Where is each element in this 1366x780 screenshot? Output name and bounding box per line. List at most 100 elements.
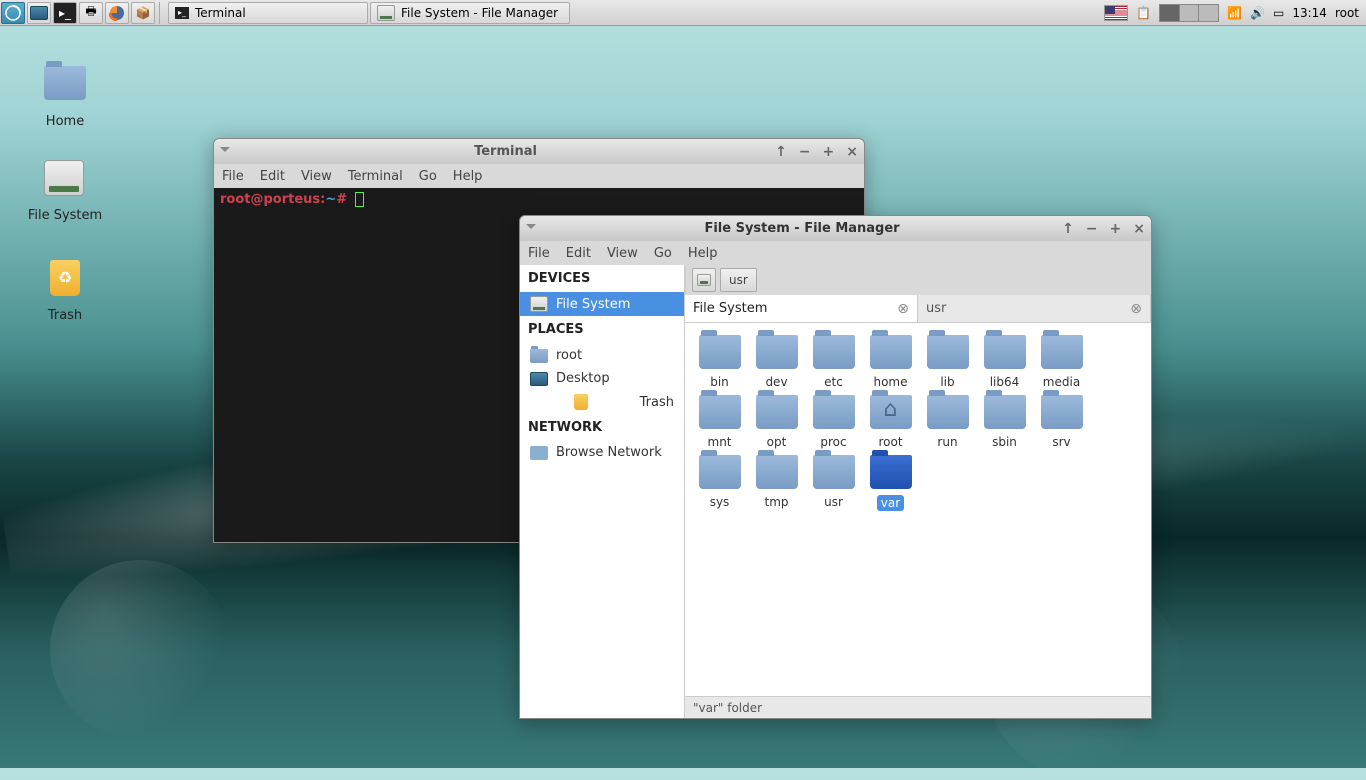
filemanager-main: usr File System ⊗ usr ⊗ bindevetchomelib… bbox=[685, 265, 1151, 718]
folder-item-var[interactable]: var bbox=[862, 455, 919, 511]
tab-filesystem[interactable]: File System ⊗ bbox=[685, 295, 918, 322]
folder-item-run[interactable]: run bbox=[919, 395, 976, 449]
folder-icon bbox=[813, 335, 855, 369]
folder-item-opt[interactable]: opt bbox=[748, 395, 805, 449]
menu-file[interactable]: File bbox=[222, 169, 244, 184]
terminal-titlebar[interactable]: Terminal ↑ − + × bbox=[214, 139, 864, 164]
folder-icon bbox=[756, 395, 798, 429]
clipboard-icon[interactable]: 📋 bbox=[1133, 2, 1154, 24]
path-root-button[interactable] bbox=[692, 268, 716, 292]
folder-icon bbox=[870, 395, 912, 429]
filemanager-sidebar: DEVICES File System PLACES root Desktop … bbox=[520, 265, 685, 718]
folder-item-lib64[interactable]: lib64 bbox=[976, 335, 1033, 389]
folder-item-lib[interactable]: lib bbox=[919, 335, 976, 389]
sidebar-item-network[interactable]: Browse Network bbox=[520, 441, 684, 464]
folder-icon bbox=[756, 455, 798, 489]
taskbar-button-filemanager[interactable]: File System - File Manager bbox=[370, 2, 570, 24]
desktop-icon-label: Trash bbox=[20, 308, 110, 323]
maximize-icon[interactable]: + bbox=[1110, 221, 1122, 237]
window-title: Terminal bbox=[236, 144, 775, 159]
folder-item-sbin[interactable]: sbin bbox=[976, 395, 1033, 449]
folder-item-usr[interactable]: usr bbox=[805, 455, 862, 511]
folder-item-proc[interactable]: proc bbox=[805, 395, 862, 449]
folder-icon bbox=[699, 395, 741, 429]
filemanager-titlebar[interactable]: File System - File Manager ↑ − + × bbox=[520, 216, 1151, 241]
folder-icon bbox=[870, 455, 912, 489]
keep-above-icon[interactable]: ↑ bbox=[775, 144, 787, 160]
filemanager-tabs: File System ⊗ usr ⊗ bbox=[685, 295, 1151, 323]
menu-terminal[interactable]: Terminal bbox=[348, 169, 403, 184]
taskbar-button-label: Terminal bbox=[195, 6, 246, 20]
minimize-icon[interactable]: − bbox=[799, 144, 811, 160]
terminal-icon: ▸_ bbox=[175, 7, 189, 19]
menu-go[interactable]: Go bbox=[419, 169, 437, 184]
filemanager-menubar: File Edit View Go Help bbox=[520, 241, 1151, 265]
drive-icon bbox=[530, 296, 548, 312]
sidebar-item-desktop[interactable]: Desktop bbox=[520, 367, 684, 390]
printer-launcher-icon[interactable]: 🖶 bbox=[79, 2, 103, 24]
sidebar-item-trash[interactable]: Trash bbox=[520, 390, 684, 414]
folder-item-mnt[interactable]: mnt bbox=[691, 395, 748, 449]
folder-item-srv[interactable]: srv bbox=[1033, 395, 1090, 449]
folder-label: root bbox=[862, 435, 919, 449]
close-icon[interactable]: × bbox=[846, 144, 858, 160]
desktop-icon-home[interactable]: Home bbox=[20, 60, 110, 129]
tab-close-icon[interactable]: ⊗ bbox=[897, 301, 909, 317]
volume-icon[interactable]: 🔊 bbox=[1247, 2, 1268, 24]
folder-label: bin bbox=[691, 375, 748, 389]
desktop-icon bbox=[530, 372, 548, 386]
menu-file[interactable]: File bbox=[528, 246, 550, 261]
path-toolbar: usr bbox=[685, 265, 1151, 295]
folder-icon bbox=[756, 335, 798, 369]
network-icon[interactable]: 📶 bbox=[1224, 2, 1245, 24]
desktop-icon-label: File System bbox=[20, 208, 110, 223]
start-menu-icon[interactable] bbox=[1, 2, 25, 24]
keep-above-icon[interactable]: ↑ bbox=[1062, 221, 1074, 237]
clock[interactable]: 13:14 bbox=[1289, 2, 1330, 24]
sidebar-item-filesystem[interactable]: File System bbox=[520, 292, 684, 316]
filemanager-launcher-icon[interactable] bbox=[27, 2, 51, 24]
menu-view[interactable]: View bbox=[301, 169, 332, 184]
package-launcher-icon[interactable]: 📦 bbox=[131, 2, 155, 24]
user-label[interactable]: root bbox=[1332, 2, 1362, 24]
folder-item-media[interactable]: media bbox=[1033, 335, 1090, 389]
menu-go[interactable]: Go bbox=[654, 246, 672, 261]
menu-edit[interactable]: Edit bbox=[566, 246, 591, 261]
sidebar-item-label: Desktop bbox=[556, 371, 610, 386]
prompt-symbol: # bbox=[336, 192, 347, 207]
folder-icon bbox=[530, 349, 548, 363]
folder-label: usr bbox=[805, 495, 862, 509]
maximize-icon[interactable]: + bbox=[823, 144, 835, 160]
filemanager-window: File System - File Manager ↑ − + × File … bbox=[519, 215, 1152, 719]
folder-item-dev[interactable]: dev bbox=[748, 335, 805, 389]
desktop-icon-filesystem[interactable]: File System bbox=[20, 160, 110, 223]
window-menu-icon[interactable] bbox=[526, 224, 536, 234]
minimize-icon[interactable]: − bbox=[1086, 221, 1098, 237]
folder-item-sys[interactable]: sys bbox=[691, 455, 748, 511]
folder-item-root[interactable]: root bbox=[862, 395, 919, 449]
menu-help[interactable]: Help bbox=[688, 246, 718, 261]
battery-icon[interactable]: ▭ bbox=[1270, 2, 1287, 24]
firefox-launcher-icon[interactable] bbox=[105, 2, 129, 24]
folder-icon bbox=[870, 335, 912, 369]
folder-item-home[interactable]: home bbox=[862, 335, 919, 389]
folder-item-bin[interactable]: bin bbox=[691, 335, 748, 389]
filemanager-icon-view[interactable]: bindevetchomeliblib64media mntoptprocroot… bbox=[685, 323, 1151, 696]
terminal-launcher-icon[interactable]: ▸_ bbox=[53, 2, 77, 24]
tab-close-icon[interactable]: ⊗ bbox=[1130, 301, 1142, 317]
window-menu-icon[interactable] bbox=[220, 147, 230, 157]
workspace-switcher[interactable] bbox=[1156, 2, 1222, 24]
menu-edit[interactable]: Edit bbox=[260, 169, 285, 184]
close-icon[interactable]: × bbox=[1133, 221, 1145, 237]
menu-view[interactable]: View bbox=[607, 246, 638, 261]
path-segment-button[interactable]: usr bbox=[720, 268, 757, 292]
taskbar-button-terminal[interactable]: ▸_ Terminal bbox=[168, 2, 368, 24]
menu-help[interactable]: Help bbox=[453, 169, 483, 184]
desktop-icon-trash[interactable]: Trash bbox=[20, 260, 110, 323]
sidebar-item-root[interactable]: root bbox=[520, 343, 684, 367]
tab-usr[interactable]: usr ⊗ bbox=[918, 295, 1151, 322]
folder-item-etc[interactable]: etc bbox=[805, 335, 862, 389]
folder-item-tmp[interactable]: tmp bbox=[748, 455, 805, 511]
tab-label: usr bbox=[926, 301, 946, 316]
keyboard-layout-icon[interactable] bbox=[1101, 2, 1131, 24]
